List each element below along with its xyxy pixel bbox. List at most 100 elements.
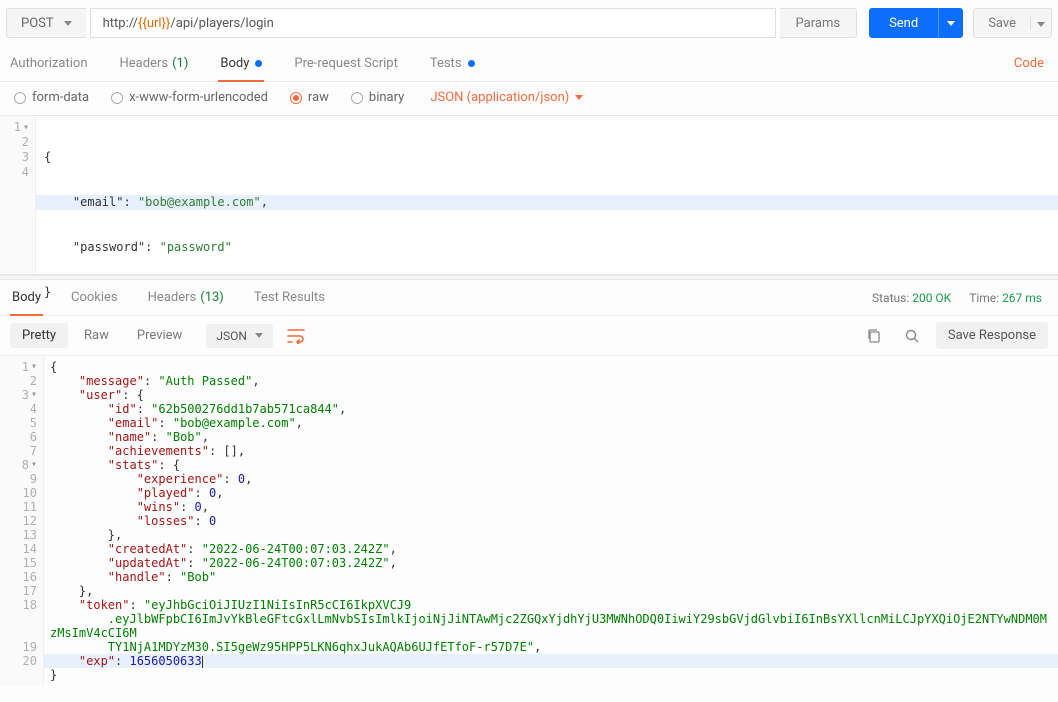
- response-gutter: 1 ▾ 2 3 ▾ 4567 8 ▾ 91011121314151617 18 …: [0, 356, 44, 686]
- v: 62b500276dd1b7ab571ca844: [158, 402, 331, 416]
- tab-label: Body: [12, 290, 41, 305]
- tab-label: Authorization: [10, 56, 88, 71]
- tab-count: (1): [172, 56, 188, 71]
- radio-urlencoded[interactable]: x-www-form-urlencoded: [111, 90, 268, 105]
- tab-label: Headers: [120, 56, 169, 71]
- copy-icon[interactable]: [860, 322, 888, 350]
- tab-label: Body: [220, 56, 249, 71]
- content-type-select[interactable]: JSON (application/json): [430, 90, 583, 105]
- fold-icon[interactable]: ▾: [31, 388, 37, 402]
- radio-label: form-data: [32, 90, 89, 105]
- status-value: 200 OK: [912, 291, 951, 305]
- chevron-down-icon: [575, 95, 583, 100]
- chevron-down-icon: [947, 21, 955, 26]
- code-val: "bob@example.com": [138, 195, 261, 209]
- radio-icon: [111, 92, 123, 104]
- code-link[interactable]: Code: [1014, 56, 1050, 71]
- body-type-row: form-data x-www-form-urlencoded raw bina…: [0, 82, 1058, 115]
- request-toolbar: POST http://{{url}}/api/players/login Pa…: [0, 0, 1058, 46]
- http-method-select[interactable]: POST: [6, 8, 86, 38]
- v: 0: [238, 472, 245, 486]
- response-body-editor[interactable]: 1 ▾ 2 3 ▾ 4567 8 ▾ 91011121314151617 18 …: [0, 356, 1058, 686]
- url-path: /api/players/login: [170, 16, 273, 31]
- code-key: "email": [73, 195, 124, 209]
- radio-icon: [14, 92, 26, 104]
- tab-label: Pre-request Script: [294, 56, 397, 71]
- request-tabs: Authorization Headers (1) Body Pre-reque…: [0, 46, 1058, 82]
- v: .eyJlbWFpbCI6ImJvYkBleGFtcGxlLmNvbSIsIml…: [50, 612, 1047, 640]
- time-value: 267 ms: [1002, 291, 1042, 305]
- save-label[interactable]: Save: [974, 16, 1030, 31]
- v: bob@example.com: [180, 416, 288, 430]
- tab-count: (13): [200, 290, 224, 305]
- send-button[interactable]: Send: [869, 8, 963, 38]
- editor-gutter: 1 ▾ 2 3 4: [0, 116, 36, 274]
- v: 0: [195, 500, 202, 514]
- code-text: }: [44, 285, 51, 299]
- chevron-down-icon: [1037, 22, 1045, 27]
- params-label: Params: [796, 16, 841, 31]
- url-variable: {{url}}: [138, 16, 170, 31]
- wrap-lines-button[interactable]: [283, 323, 309, 349]
- status-label: Status:: [872, 291, 909, 305]
- url-prefix: http://: [103, 16, 138, 31]
- search-icon[interactable]: [898, 322, 926, 350]
- tab-label: Cookies: [71, 290, 118, 305]
- v: 2022-06-24T00:07:03.242Z: [209, 542, 382, 556]
- code-val: "password": [160, 240, 232, 254]
- code-key: "password": [73, 240, 145, 254]
- format-label: JSON: [216, 329, 247, 343]
- params-button[interactable]: Params: [780, 8, 858, 38]
- v: TY1NjA1MDYzM30.SI5geWz95HPP5LKN6qhxJukAQ…: [108, 640, 527, 654]
- radio-label: binary: [369, 90, 404, 105]
- url-input[interactable]: http://{{url}}/api/players/login: [90, 8, 776, 38]
- tab-cookies[interactable]: Cookies: [69, 280, 120, 315]
- chevron-down-icon: [255, 333, 263, 338]
- save-dropdown[interactable]: [1030, 16, 1051, 30]
- tab-test-results[interactable]: Test Results: [252, 280, 327, 315]
- send-dropdown[interactable]: [938, 8, 963, 38]
- tab-body[interactable]: Body: [218, 47, 264, 82]
- tab-response-headers[interactable]: Headers (13): [146, 280, 226, 315]
- v: Auth Passed: [166, 374, 245, 388]
- tab-label: Headers: [148, 290, 197, 305]
- code-text: {: [44, 150, 51, 164]
- save-response-button[interactable]: Save Response: [936, 322, 1048, 349]
- save-button[interactable]: Save: [973, 8, 1052, 38]
- response-code[interactable]: { "message": "Auth Passed", "user": { "i…: [44, 356, 1058, 686]
- response-format-select[interactable]: JSON: [206, 324, 273, 348]
- request-body-editor[interactable]: 1 ▾ 2 3 4 { "email": "bob@example.com", …: [0, 115, 1058, 275]
- radio-raw[interactable]: raw: [290, 90, 329, 105]
- radio-label: x-www-form-urlencoded: [129, 90, 268, 105]
- radio-binary[interactable]: binary: [351, 90, 404, 105]
- editor-code[interactable]: { "email": "bob@example.com", "password"…: [36, 116, 1058, 274]
- v: 1656050633: [129, 654, 201, 668]
- v: Bob: [187, 570, 209, 584]
- modified-dot-icon: [255, 60, 262, 67]
- send-label[interactable]: Send: [869, 8, 938, 38]
- v: Bob: [173, 430, 195, 444]
- tab-response-body[interactable]: Body: [10, 281, 43, 316]
- tab-prerequest[interactable]: Pre-request Script: [292, 46, 399, 81]
- status-bar: Status: 200 OK Time: 267 ms: [872, 291, 1048, 305]
- tab-label: Tests: [430, 56, 462, 71]
- v: eyJhbGciOiJIUzI1NiIsInR5cCI6IkpXVCJ9: [151, 598, 411, 612]
- fold-icon[interactable]: ▾: [31, 458, 37, 472]
- radio-form-data[interactable]: form-data: [14, 90, 89, 105]
- view-pretty[interactable]: Pretty: [10, 323, 68, 348]
- fold-icon[interactable]: ▾: [31, 360, 37, 374]
- view-raw[interactable]: Raw: [72, 323, 121, 348]
- v: []: [223, 444, 237, 458]
- modified-dot-icon: [468, 60, 475, 67]
- fold-icon[interactable]: ▾: [23, 120, 29, 135]
- time-label: Time:: [969, 291, 999, 305]
- v: 2022-06-24T00:07:03.242Z: [209, 556, 382, 570]
- content-type-label: JSON (application/json): [430, 90, 569, 105]
- http-method-label: POST: [21, 16, 54, 31]
- radio-icon: [351, 92, 363, 104]
- tab-headers[interactable]: Headers (1): [118, 46, 191, 81]
- tab-tests[interactable]: Tests: [428, 46, 477, 81]
- tab-authorization[interactable]: Authorization: [8, 46, 90, 81]
- radio-label: raw: [308, 90, 329, 105]
- view-preview[interactable]: Preview: [125, 323, 194, 348]
